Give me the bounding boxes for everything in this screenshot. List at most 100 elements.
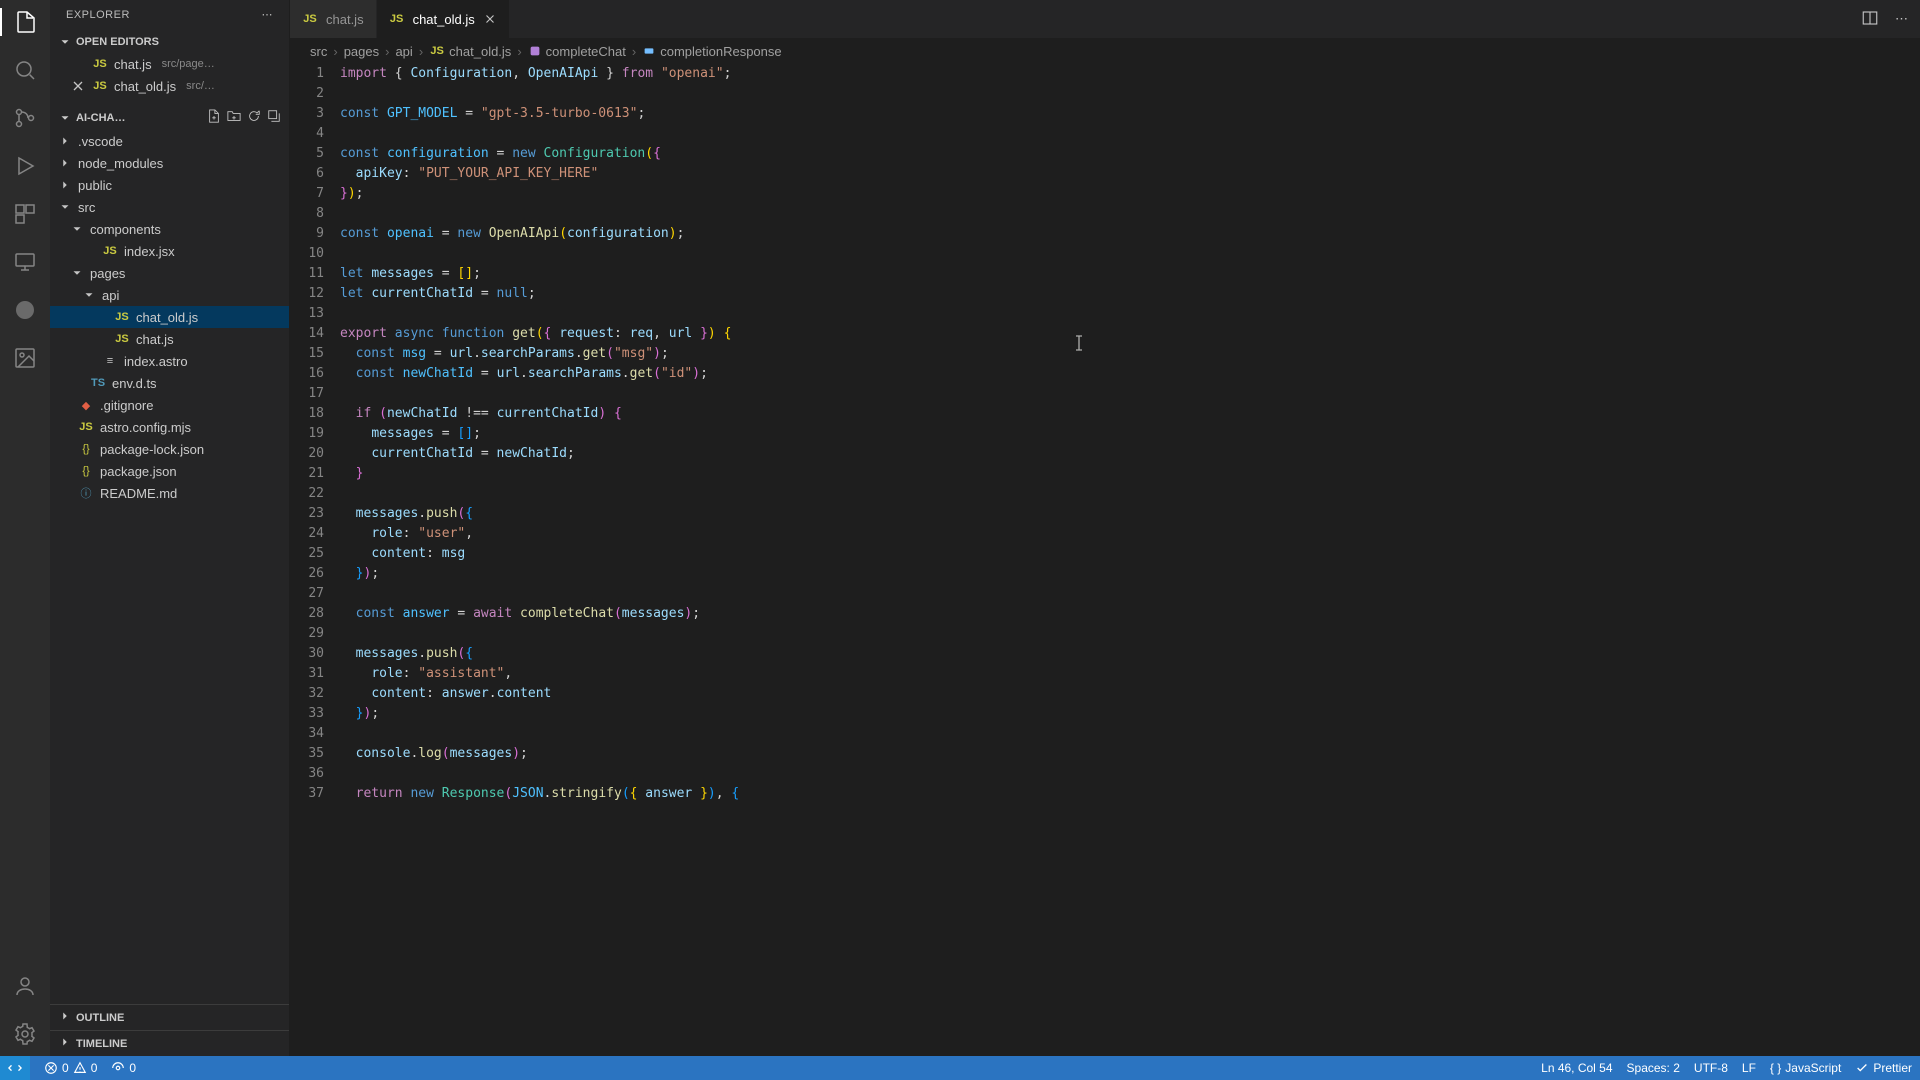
code-line[interactable]: content: answer.content: [340, 684, 1908, 704]
activity-image-icon[interactable]: [11, 344, 39, 372]
code-line[interactable]: [340, 484, 1908, 504]
timeline-section[interactable]: TIMELINE: [50, 1030, 289, 1056]
file-item[interactable]: JSchat_old.js: [50, 306, 289, 328]
tab-more-icon[interactable]: ⋯: [1895, 11, 1908, 27]
code-line[interactable]: import { Configuration, OpenAIApi } from…: [340, 64, 1908, 84]
folder-item[interactable]: pages: [50, 262, 289, 284]
code-line[interactable]: messages.push({: [340, 644, 1908, 664]
code-line[interactable]: });: [340, 564, 1908, 584]
code-line[interactable]: [340, 124, 1908, 144]
code-line[interactable]: role: "user",: [340, 524, 1908, 544]
code-line[interactable]: currentChatId = newChatId;: [340, 444, 1908, 464]
status-ports[interactable]: 0: [111, 1061, 136, 1075]
file-item[interactable]: JSindex.jsx: [50, 240, 289, 262]
refresh-icon[interactable]: [247, 109, 261, 126]
code-line[interactable]: messages.push({: [340, 504, 1908, 524]
code-line[interactable]: messages = [];: [340, 424, 1908, 444]
close-icon[interactable]: [483, 12, 497, 26]
project-header[interactable]: AI-CHA…: [50, 107, 289, 128]
file-item[interactable]: {}package.json: [50, 460, 289, 482]
code-line[interactable]: const configuration = new Configuration(…: [340, 144, 1908, 164]
activity-extensions-icon[interactable]: [11, 200, 39, 228]
file-item[interactable]: ◆.gitignore: [50, 394, 289, 416]
status-eol[interactable]: LF: [1742, 1061, 1756, 1075]
editor-tab[interactable]: JSchat.js: [290, 0, 377, 38]
activity-search-icon[interactable]: [11, 56, 39, 84]
code-line[interactable]: const answer = await completeChat(messag…: [340, 604, 1908, 624]
breadcrumb-item[interactable]: src: [310, 44, 327, 59]
folder-item[interactable]: src: [50, 196, 289, 218]
code-line[interactable]: const openai = new OpenAIApi(configurati…: [340, 224, 1908, 244]
breadcrumb-item[interactable]: completionResponse: [642, 44, 781, 59]
activity-settings-icon[interactable]: [11, 1020, 39, 1048]
code-line[interactable]: if (newChatId !== currentChatId) {: [340, 404, 1908, 424]
open-editors-header[interactable]: OPEN EDITORS: [50, 33, 289, 51]
code-line[interactable]: [340, 84, 1908, 104]
code-line[interactable]: let currentChatId = null;: [340, 284, 1908, 304]
folder-item[interactable]: public: [50, 174, 289, 196]
code-line[interactable]: role: "assistant",: [340, 664, 1908, 684]
file-item[interactable]: {}package-lock.json: [50, 438, 289, 460]
code-content[interactable]: import { Configuration, OpenAIApi } from…: [340, 64, 1920, 1056]
file-item[interactable]: TSenv.d.ts: [50, 372, 289, 394]
collapse-all-icon[interactable]: [267, 109, 281, 126]
editor-tab[interactable]: JSchat_old.js: [377, 0, 510, 38]
activity-accounts-icon[interactable]: [11, 972, 39, 1000]
status-problems[interactable]: 0 0: [44, 1061, 97, 1075]
code-line[interactable]: export async function get({ request: req…: [340, 324, 1908, 344]
close-icon[interactable]: [70, 78, 86, 94]
breadcrumb-item[interactable]: completeChat: [528, 44, 626, 59]
status-language[interactable]: { } JavaScript: [1770, 1061, 1841, 1075]
file-item[interactable]: ⓘREADME.md: [50, 482, 289, 504]
breadcrumb-item[interactable]: pages: [344, 44, 379, 59]
breadcrumb-item[interactable]: api: [395, 44, 412, 59]
status-indentation[interactable]: Spaces: 2: [1627, 1061, 1680, 1075]
code-line[interactable]: [340, 244, 1908, 264]
code-line[interactable]: return new Response(JSON.stringify({ ans…: [340, 784, 1908, 804]
code-editor[interactable]: 1234567891011121314151617181920212223242…: [290, 64, 1920, 1056]
breadcrumb-item[interactable]: JSchat_old.js: [429, 44, 511, 59]
sidebar-more-icon[interactable]: ⋯: [262, 8, 274, 21]
code-line[interactable]: }: [340, 464, 1908, 484]
split-editor-icon[interactable]: [1861, 9, 1879, 30]
new-folder-icon[interactable]: [227, 109, 241, 126]
status-encoding[interactable]: UTF-8: [1694, 1061, 1728, 1075]
open-editor-item[interactable]: JSchat_old.jssrc/…: [50, 75, 289, 97]
status-prettier[interactable]: Prettier: [1855, 1061, 1912, 1075]
status-cursor-position[interactable]: Ln 46, Col 54: [1541, 1061, 1612, 1075]
activity-explorer-icon[interactable]: [0, 8, 50, 36]
file-item[interactable]: JSastro.config.mjs: [50, 416, 289, 438]
code-line[interactable]: let messages = [];: [340, 264, 1908, 284]
code-line[interactable]: [340, 204, 1908, 224]
code-line[interactable]: console.log(messages);: [340, 744, 1908, 764]
folder-item[interactable]: node_modules: [50, 152, 289, 174]
code-line[interactable]: [340, 304, 1908, 324]
activity-run-debug-icon[interactable]: [11, 152, 39, 180]
folder-item[interactable]: api: [50, 284, 289, 306]
chevron-down-icon: [58, 35, 72, 49]
remote-indicator[interactable]: [0, 1056, 30, 1080]
outline-section[interactable]: OUTLINE: [50, 1004, 289, 1030]
folder-item[interactable]: .vscode: [50, 130, 289, 152]
file-item[interactable]: ≡index.astro: [50, 350, 289, 372]
new-file-icon[interactable]: [207, 109, 221, 126]
open-editor-item[interactable]: JSchat.jssrc/page…: [50, 53, 289, 75]
code-line[interactable]: [340, 724, 1908, 744]
code-line[interactable]: [340, 624, 1908, 644]
code-line[interactable]: [340, 764, 1908, 784]
code-line[interactable]: const newChatId = url.searchParams.get("…: [340, 364, 1908, 384]
code-line[interactable]: [340, 384, 1908, 404]
code-line[interactable]: [340, 584, 1908, 604]
code-line[interactable]: content: msg: [340, 544, 1908, 564]
folder-item[interactable]: components: [50, 218, 289, 240]
activity-remote-explorer-icon[interactable]: [11, 248, 39, 276]
file-item[interactable]: JSchat.js: [50, 328, 289, 350]
activity-astro-icon[interactable]: [11, 296, 39, 324]
code-line[interactable]: const GPT_MODEL = "gpt-3.5-turbo-0613";: [340, 104, 1908, 124]
code-line[interactable]: apiKey: "PUT_YOUR_API_KEY_HERE": [340, 164, 1908, 184]
code-line[interactable]: const msg = url.searchParams.get("msg");: [340, 344, 1908, 364]
code-line[interactable]: });: [340, 184, 1908, 204]
breadcrumbs[interactable]: src›pages›api›JSchat_old.js›completeChat…: [290, 38, 1920, 64]
code-line[interactable]: });: [340, 704, 1908, 724]
activity-source-control-icon[interactable]: [11, 104, 39, 132]
